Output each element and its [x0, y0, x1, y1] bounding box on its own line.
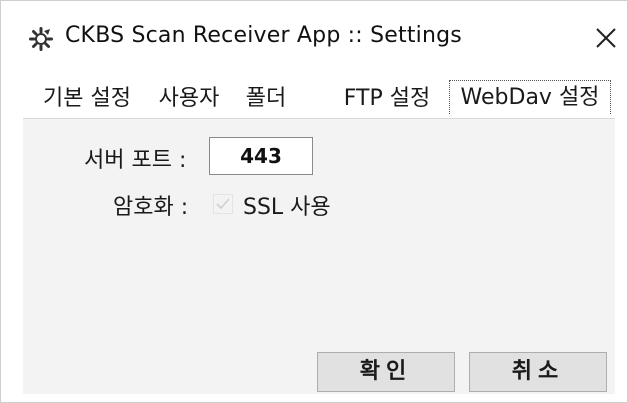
tab-ftp-settings[interactable]: FTP 설정: [337, 81, 437, 117]
gear-icon: [29, 27, 53, 51]
tab-bar: 기본 설정 사용자 폴더 FTP 설정 WebDav 설정: [23, 80, 615, 119]
tab-general-settings[interactable]: 기본 설정: [35, 81, 139, 117]
settings-window: CKBS Scan Receiver App :: Settings 기본 설정…: [0, 0, 628, 403]
server-port-label: 서버 포트 :: [84, 148, 187, 173]
cancel-button[interactable]: 취소: [469, 352, 607, 392]
tab-webdav-settings[interactable]: WebDav 설정: [449, 80, 611, 114]
tab-folders[interactable]: 폴더: [237, 81, 295, 117]
ssl-checkbox-label: SSL 사용: [243, 195, 331, 220]
title-bar[interactable]: CKBS Scan Receiver App :: Settings: [1, 1, 627, 75]
ok-button[interactable]: 확인: [317, 352, 455, 392]
close-icon[interactable]: [592, 24, 620, 52]
server-port-field[interactable]: 443: [209, 137, 313, 175]
window-title: CKBS Scan Receiver App :: Settings: [65, 23, 462, 48]
encryption-label: 암호화 :: [113, 195, 189, 220]
ssl-checkbox[interactable]: [213, 194, 233, 214]
tab-users[interactable]: 사용자: [149, 81, 229, 117]
